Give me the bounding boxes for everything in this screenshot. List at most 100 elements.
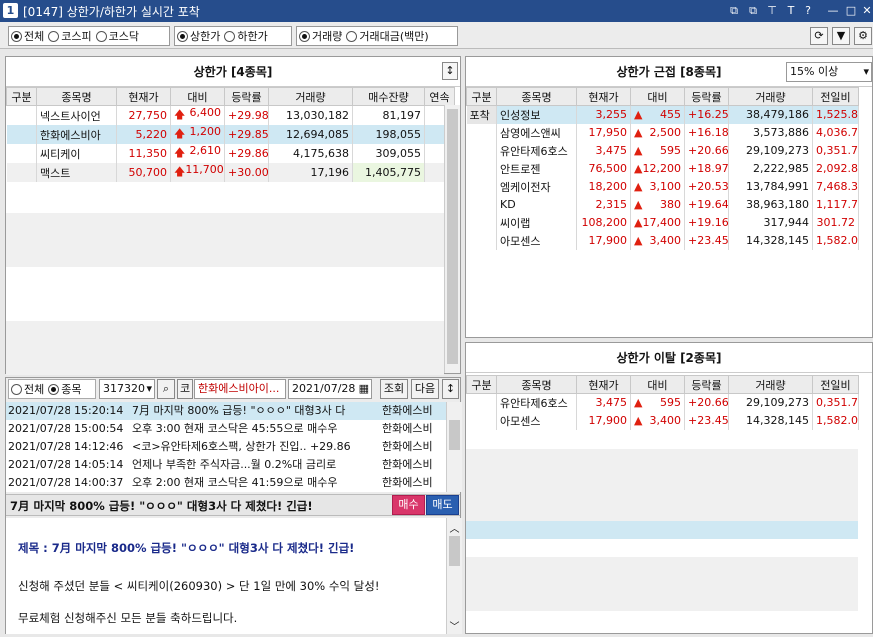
expand-toggle-icon[interactable]: ↕ (442, 379, 459, 399)
market-prefix-button[interactable]: 코 (177, 379, 193, 399)
cell-price: 11,350 (116, 144, 171, 163)
restore-layout-icon[interactable]: ⧉ (727, 3, 741, 18)
col-header[interactable]: 대비 (170, 87, 225, 106)
radio-trade-amount[interactable]: 거래대금(백만) (346, 28, 429, 44)
col-header[interactable]: 거래량 (728, 375, 813, 394)
news-list-item[interactable]: 2021/07/28 15:20:14 7月 마지막 800% 급등! "ㅇㅇㅇ" … (6, 402, 446, 420)
cell-rate: +29.98 (224, 105, 269, 125)
col-header[interactable]: 매수잔량 (352, 87, 425, 106)
stock-code-input[interactable]: 317320 ▾ (99, 379, 155, 399)
cell-name: 엠케이전자 (496, 177, 577, 196)
table-row[interactable]: 맥스트 50,700 🡅 11,700 +30.00 17,196 1,405,7… (6, 163, 455, 182)
scroll-thumb[interactable] (449, 420, 460, 450)
radio-volume[interactable]: 거래량 (299, 28, 342, 44)
radio-news-all[interactable]: 전체 (11, 381, 44, 397)
news-list-item[interactable]: 2021/07/28 14:05:14 언제나 부족한 주식자금...월 0.2%대… (6, 456, 446, 474)
col-header[interactable]: 현재가 (116, 87, 171, 106)
table-row[interactable]: 엠케이전자 18,200 ▲ 3,100 +20.53 13,784,991 7,468.3… (466, 177, 859, 196)
col-header[interactable]: 구분 (466, 375, 497, 394)
table-header-row: 구분 종목명 현재가 대비 등락률 거래량 전일비 (466, 375, 859, 394)
table-row[interactable]: 씨이랩 108,200 ▲ 17,400 +19.16 317,944 301.72 (466, 213, 859, 232)
font-size-icon[interactable]: T (784, 3, 798, 18)
col-header[interactable]: 대비 (630, 87, 685, 106)
radio-label: 코스피 (61, 30, 92, 43)
col-header[interactable]: 전일비 (812, 375, 859, 394)
diff-value: 1,200 (189, 125, 222, 138)
news-list-item[interactable]: 2021/07/28 15:00:54 오후 3:00 현재 코스닥은 45:55으… (6, 420, 446, 438)
news-time: 15:20:14 (74, 404, 124, 417)
close-button[interactable]: ✕ (860, 3, 873, 18)
table-row[interactable]: 씨티케이 11,350 🡅 2,610 +29.86 4,175,638 309,… (6, 144, 455, 163)
expand-toggle-icon[interactable]: ↕ (442, 62, 458, 80)
cell-prev: 1,117.73 (812, 195, 859, 214)
col-header[interactable]: 구분 (466, 87, 497, 106)
radio-market-all[interactable]: 전체 (11, 28, 44, 44)
date-value: 2021/07/28 (292, 382, 356, 395)
radio-market-kospi[interactable]: 코스피 (48, 28, 92, 44)
minimize-button[interactable]: — (826, 3, 840, 18)
table-row[interactable]: 아모센스17,900▲ 3,400+23.4514,328,1451,582.01 (466, 231, 859, 250)
cell-gubun (466, 393, 497, 412)
col-header[interactable]: 등락률 (684, 375, 729, 394)
scroll-thumb[interactable] (449, 536, 460, 566)
news-time: 14:05:14 (74, 458, 124, 471)
col-header[interactable]: 전일비 (812, 87, 859, 106)
pin-icon[interactable]: ⊤ (765, 3, 779, 18)
table-row[interactable]: 유안타제6호스3,475▲ 595+20.6629,109,2730,351.73 (466, 141, 859, 160)
settings-gear-icon[interactable]: ⚙ (854, 27, 872, 45)
radio-upper-limit[interactable]: 상한가 (177, 28, 220, 44)
table-row[interactable]: 아모센스17,900▲ 3,400+23.4514,328,1451,582.01 (466, 411, 859, 430)
col-header[interactable]: 종목명 (496, 375, 577, 394)
col-header[interactable]: 현재가 (576, 375, 631, 394)
help-icon[interactable]: ? (801, 3, 815, 18)
threshold-select[interactable]: 15% 이상 ▾ (786, 62, 872, 82)
query-button[interactable]: 조회 (380, 379, 408, 399)
cell-rate: +20.66 (684, 393, 729, 412)
buy-button[interactable]: 매수 (392, 495, 425, 515)
table-row[interactable]: 삼영에스앤씨 17,950 ▲ 2,500 +16.18 3,573,886 4,036.7… (466, 123, 859, 142)
scroll-down-icon[interactable]: ﹀ (447, 618, 462, 633)
news-stock: 한화에스비 (382, 422, 433, 435)
table-row[interactable]: KD2,315▲ 380+19.6438,963,1801,117.73 (466, 195, 859, 214)
news-list-scrollbar[interactable] (446, 402, 462, 492)
col-header[interactable]: 등락률 (224, 87, 269, 106)
cell-name: 유안타제6호스 (496, 393, 577, 412)
radio-lower-limit[interactable]: 하한가 (224, 28, 268, 44)
col-header[interactable]: 연속 (424, 87, 455, 106)
search-icon[interactable]: ⌕ (157, 379, 175, 399)
news-list-item[interactable]: 2021/07/28 14:12:46 <코>유안타제6호스팩, 상한가 진입.. … (6, 438, 446, 456)
table-row[interactable]: 안트로젠76,500▲12,200+18.972,222,9852,092.85 (466, 159, 859, 178)
scroll-thumb[interactable] (447, 109, 458, 364)
dropdown-icon[interactable]: ▼ (832, 27, 850, 45)
sell-button[interactable]: 매도 (426, 495, 459, 515)
table-row[interactable]: 포착인성정보3,255▲ 455+16.2538,479,1861,525.88 (466, 105, 859, 124)
col-header[interactable]: 종목명 (496, 87, 577, 106)
scroll-up-icon[interactable]: ︿ (447, 520, 462, 535)
news-body-scrollbar[interactable]: ︿ ﹀ (446, 518, 462, 634)
refresh-icon[interactable]: ⟳ (810, 27, 828, 45)
calendar-icon[interactable]: ▦ (359, 380, 369, 398)
col-header[interactable]: 대비 (630, 375, 685, 394)
table-row[interactable]: 유안타제6호스3,475▲ 595+20.6629,109,2730,351.73 (466, 393, 859, 412)
table-row[interactable]: 한화에스비아 5,220 🡅 1,200 +29.85 12,694,085 19… (6, 125, 455, 144)
news-list-item[interactable]: 2021/07/28 14:00:37 오후 2:00 현재 코스닥은 41:59으… (6, 474, 446, 492)
threshold-value: 15% 이상 (790, 65, 839, 78)
col-header[interactable]: 거래량 (268, 87, 353, 106)
cell-rate: +18.97 (684, 159, 729, 178)
radio-news-stock[interactable]: 종목 (48, 381, 82, 397)
cell-rate: +19.16 (684, 213, 729, 232)
table-row[interactable]: 넥스트사이언 27,750 🡅 6,400 +29.98 13,030,182 8… (6, 105, 455, 125)
col-header[interactable]: 현재가 (576, 87, 631, 106)
next-button[interactable]: 다음 (411, 379, 439, 399)
cell-diff: ▲ 380 (630, 195, 685, 214)
col-header[interactable]: 종목명 (36, 87, 117, 106)
col-header[interactable]: 등락률 (684, 87, 729, 106)
upper-scrollbar[interactable] (444, 105, 460, 373)
col-header[interactable]: 구분 (6, 87, 37, 106)
copy-window-icon[interactable]: ⧉ (746, 3, 760, 18)
radio-market-kosdaq[interactable]: 코스닥 (95, 28, 139, 44)
col-header[interactable]: 거래량 (728, 87, 813, 106)
cell-diff: ▲ 17,400 (630, 213, 685, 232)
maximize-button[interactable]: □ (844, 3, 858, 18)
date-input[interactable]: 2021/07/28 ▦ (288, 379, 372, 399)
